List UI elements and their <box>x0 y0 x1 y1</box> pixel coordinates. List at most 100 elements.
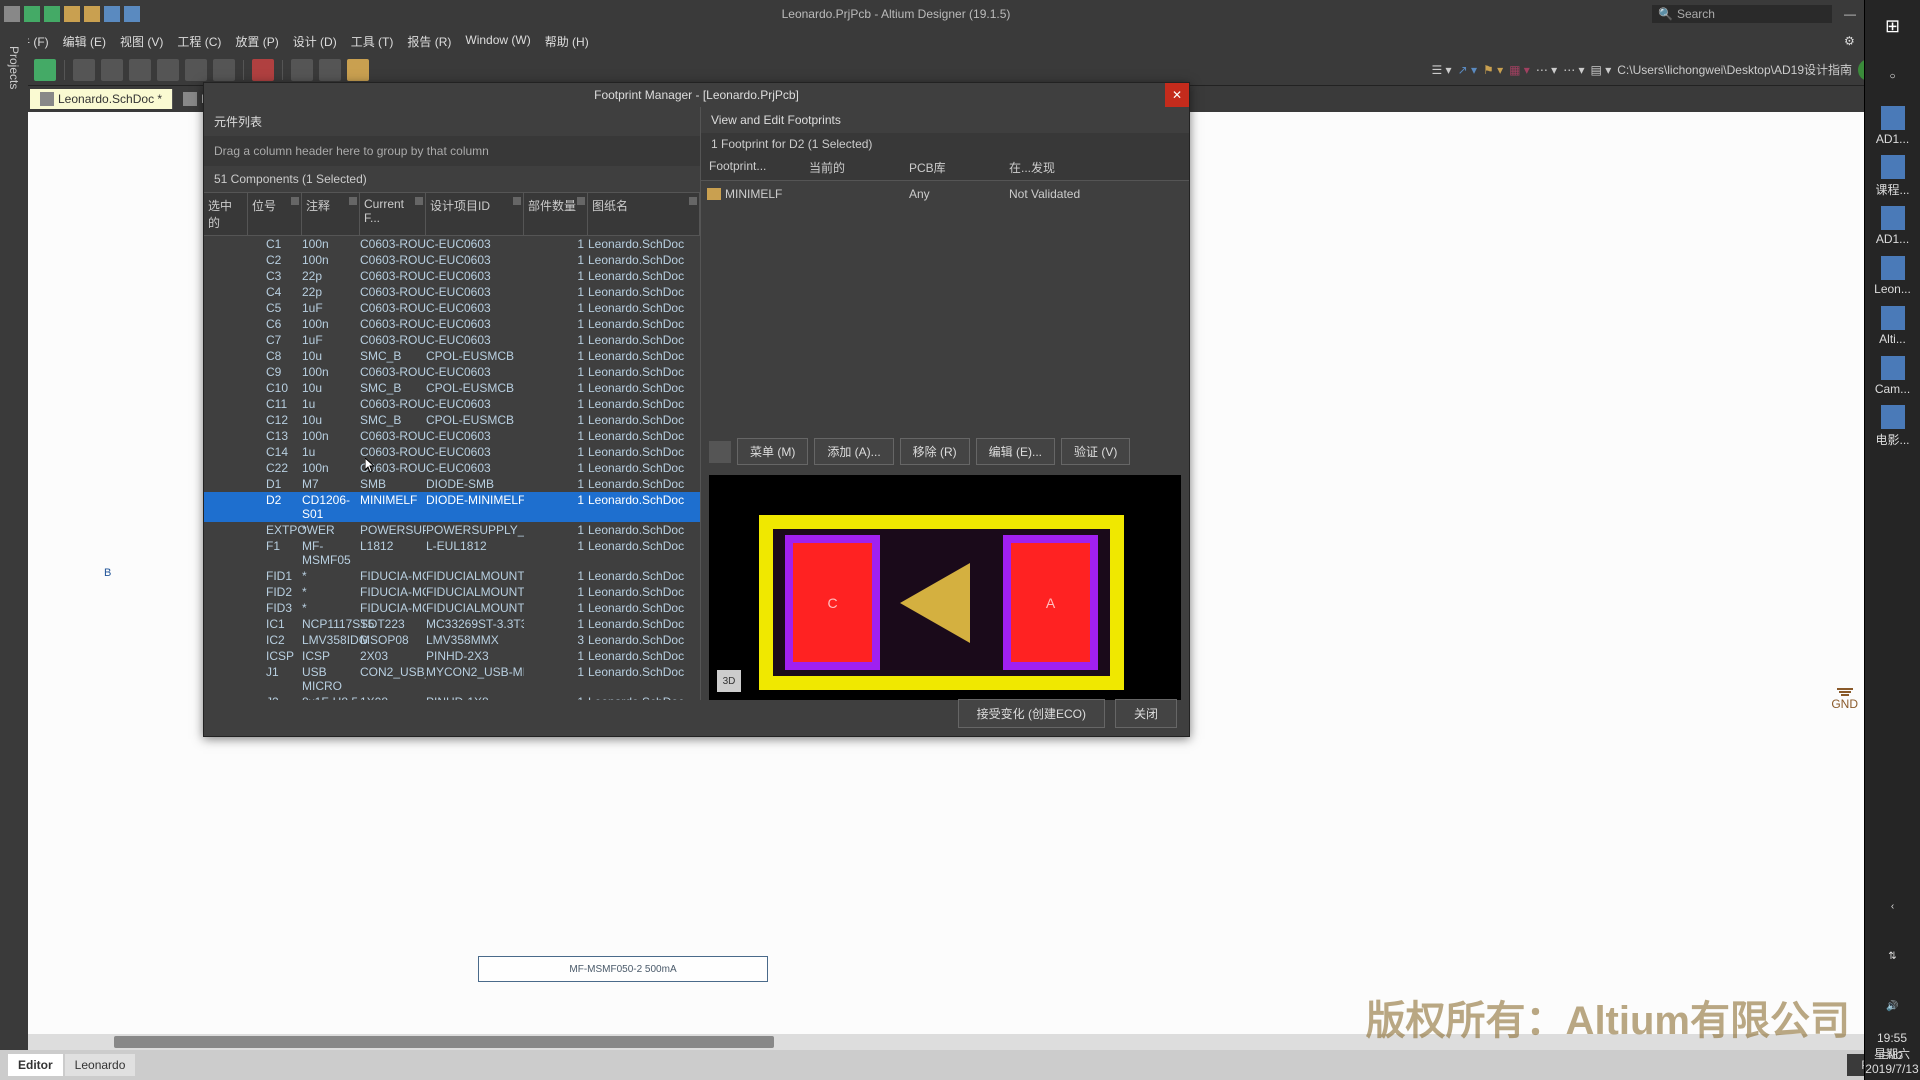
menu-item[interactable]: Window (W) <box>465 33 530 50</box>
menu-item[interactable]: 工具 (T) <box>351 33 394 50</box>
filter-icon[interactable] <box>513 197 521 205</box>
filter-icon[interactable] <box>415 197 423 205</box>
column-header[interactable]: 设计项目ID <box>426 193 524 235</box>
move-icon[interactable] <box>185 59 207 81</box>
column-header[interactable]: 部件数量 <box>524 193 588 235</box>
fp-column-header[interactable]: PCB库 <box>901 155 1001 180</box>
filter-icon[interactable] <box>577 197 585 205</box>
table-row[interactable]: C141uC0603-ROUNDC-EUC06031Leonardo.SchDo… <box>204 444 700 460</box>
menu-item[interactable]: 放置 (P) <box>235 33 278 50</box>
menu-item[interactable]: 帮助 (H) <box>545 33 589 50</box>
components-grid[interactable]: C1100nC0603-ROUNDC-EUC06031Leonardo.SchD… <box>204 236 700 700</box>
menu-item[interactable]: 报告 (R) <box>407 33 451 50</box>
zoom-fit-icon[interactable] <box>73 59 95 81</box>
fp-column-header[interactable]: 在...发现 <box>1001 155 1189 180</box>
table-row[interactable]: C810uSMC_BCPOL-EUSMCB1Leonardo.SchDoc <box>204 348 700 364</box>
filter-icon[interactable] <box>349 197 357 205</box>
save-icon[interactable] <box>24 6 40 22</box>
status-tab[interactable]: Leonardo <box>65 1054 136 1076</box>
3d-toggle-button[interactable]: 3D <box>717 670 741 692</box>
table-row[interactable]: J28x1F-H8.51X08PINHD-1X81Leonardo.SchDoc <box>204 694 700 700</box>
menu-icon[interactable] <box>709 441 731 463</box>
table-row[interactable]: C71uFC0603-ROUNDC-EUC06031Leonardo.SchDo… <box>204 332 700 348</box>
column-header[interactable]: 注释 <box>302 193 360 235</box>
scrollbar-thumb[interactable] <box>114 1036 774 1048</box>
table-row[interactable]: C2100nC0603-ROUNDC-EUC06031Leonardo.SchD… <box>204 252 700 268</box>
column-header[interactable]: Current F... <box>360 193 426 235</box>
clear-filter-icon[interactable] <box>252 59 274 81</box>
table-row[interactable]: D1M7SMBDIODE-SMB1Leonardo.SchDoc <box>204 476 700 492</box>
volume-icon[interactable]: 🔊 <box>1869 982 1917 1030</box>
filter-icon[interactable] <box>689 197 697 205</box>
table-row[interactable]: C322pC0603-ROUNDC-EUC06031Leonardo.SchDo… <box>204 268 700 284</box>
redo-icon[interactable] <box>124 6 140 22</box>
highlight-icon[interactable] <box>347 59 369 81</box>
table-row[interactable]: FID3*FIDUCIA-MOUFIDUCIALMOUNT1Leonardo.S… <box>204 600 700 616</box>
footprint-action-button[interactable]: 验证 (V) <box>1061 438 1130 465</box>
save-tool-icon[interactable] <box>34 59 56 81</box>
footprint-action-button[interactable]: 添加 (A)... <box>814 438 893 465</box>
menu-item[interactable]: 工程 (C) <box>177 33 221 50</box>
table-row[interactable]: FID1*FIDUCIA-MOUFIDUCIALMOUNT1Leonardo.S… <box>204 568 700 584</box>
zoom-area-icon[interactable] <box>101 59 123 81</box>
accept-eco-button[interactable]: 接受变化 (创建ECO) <box>958 699 1105 728</box>
grid-icon[interactable]: ▦ ▾ <box>1509 63 1530 77</box>
menu-item[interactable]: 编辑 (E) <box>63 33 106 50</box>
table-row[interactable]: ICSPICSP2X03PINHD-2X31Leonardo.SchDoc <box>204 648 700 664</box>
menu-item[interactable]: 设计 (D) <box>293 33 337 50</box>
column-header[interactable]: 图纸名 <box>588 193 700 235</box>
footprint-row[interactable]: MINIMELF Any Not Validated <box>701 181 1189 207</box>
table-row[interactable]: C111uC0603-ROUNDC-EUC06031Leonardo.SchDo… <box>204 396 700 412</box>
taskbar-item[interactable]: AD1... <box>1869 202 1917 250</box>
fp-column-header[interactable]: 当前的 <box>801 155 901 180</box>
table-row[interactable]: J1USB MICROCON2_USB_MIMYCON2_USB-MINI-B1… <box>204 664 700 694</box>
windows-start-icon[interactable]: ⊞ <box>1869 2 1917 50</box>
list-icon[interactable]: ☰ ▾ <box>1431 63 1451 77</box>
taskbar-item[interactable]: 课程... <box>1869 152 1917 200</box>
place-icon[interactable] <box>291 59 313 81</box>
table-row[interactable]: D2CD1206-S01MINIMELFDIODE-MINIMELF1Leona… <box>204 492 700 522</box>
folder-open-icon[interactable] <box>84 6 100 22</box>
save-all-icon[interactable] <box>44 6 60 22</box>
table-row[interactable]: C51uFC0603-ROUNDC-EUC06031Leonardo.SchDo… <box>204 300 700 316</box>
column-header[interactable]: 选中的 <box>204 193 248 235</box>
menu-item[interactable]: 视图 (V) <box>120 33 163 50</box>
table-row[interactable]: F1MF-MSMF05L1812L-EUL18121Leonardo.SchDo… <box>204 538 700 568</box>
taskbar-item[interactable]: Leon... <box>1869 252 1917 300</box>
projects-tab[interactable]: Projects <box>5 38 23 97</box>
table-row[interactable]: C9100nC0603-ROUNDC-EUC06031Leonardo.SchD… <box>204 364 700 380</box>
taskbar-item[interactable]: AD1... <box>1869 102 1917 150</box>
filter-icon[interactable] <box>291 197 299 205</box>
select-icon[interactable] <box>213 59 235 81</box>
footprint-preview[interactable]: C A 3D <box>709 475 1181 700</box>
share-icon[interactable]: ↗ ▾ <box>1458 63 1477 77</box>
tool-icon[interactable] <box>129 59 151 81</box>
align-icon[interactable] <box>319 59 341 81</box>
cross-probe-icon[interactable] <box>157 59 179 81</box>
dialog-close-button[interactable]: ✕ <box>1165 83 1189 107</box>
network-icon[interactable]: ⇅ <box>1869 932 1917 980</box>
undo-icon[interactable] <box>104 6 120 22</box>
table-row[interactable]: FID2*FIDUCIA-MOUFIDUCIALMOUNT1Leonardo.S… <box>204 584 700 600</box>
taskbar-item[interactable]: Cam... <box>1869 352 1917 400</box>
table-row[interactable]: C13100nC0603-ROUNDC-EUC06031Leonardo.Sch… <box>204 428 700 444</box>
group-hint[interactable]: Drag a column header here to group by th… <box>204 136 700 166</box>
settings-icon[interactable]: ⚙ <box>1844 34 1855 48</box>
minimize-button[interactable]: — <box>1840 4 1860 24</box>
document-tab[interactable]: Leonardo.SchDoc * <box>30 89 173 109</box>
footprint-action-button[interactable]: 移除 (R) <box>900 438 970 465</box>
table-row[interactable]: C22100nC0603-ROUNDC-EUC06031Leonardo.Sch… <box>204 460 700 476</box>
back-chevron-icon[interactable]: ‹ <box>1869 882 1917 930</box>
folder-icon[interactable] <box>64 6 80 22</box>
table-row[interactable]: C1210uSMC_BCPOL-EUSMCB1Leonardo.SchDoc <box>204 412 700 428</box>
table-row[interactable]: IC2LMV358IDGMSOP08LMV358MMX3Leonardo.Sch… <box>204 632 700 648</box>
cortana-icon[interactable]: ○ <box>1869 52 1917 100</box>
close-dialog-button[interactable]: 关闭 <box>1115 699 1177 728</box>
system-clock[interactable]: 19:55 星期六 2019/7/13 <box>1864 1027 1920 1080</box>
flag-icon[interactable]: ⚑ ▾ <box>1483 63 1503 77</box>
table-row[interactable]: C422pC0603-ROUNDC-EUC06031Leonardo.SchDo… <box>204 284 700 300</box>
footprint-action-button[interactable]: 菜单 (M) <box>737 438 808 465</box>
table-row[interactable]: IC1NCP1117ST5SOT223MC33269ST-3.3T31Leona… <box>204 616 700 632</box>
column-header[interactable]: 位号 <box>248 193 302 235</box>
more-icon[interactable]: ⋯ ▾ <box>1536 63 1557 77</box>
